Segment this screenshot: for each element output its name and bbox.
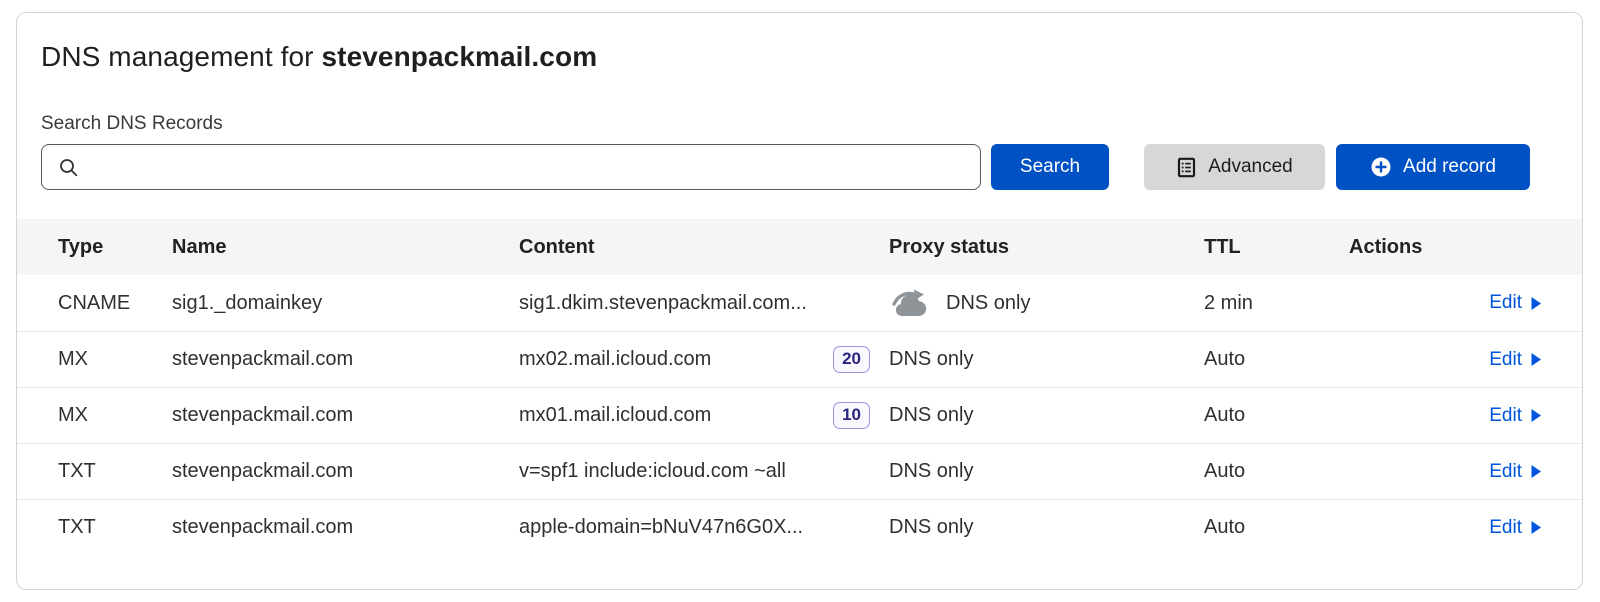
record-content: mx01.mail.icloud.com 10 (519, 402, 889, 428)
record-actions-cell: Edit (1349, 461, 1582, 483)
table-body: CNAME sig1._domainkey sig1.dkim.stevenpa… (17, 275, 1582, 555)
record-name: stevenpackmail.com (172, 460, 519, 483)
table-row: MX stevenpackmail.com mx02.mail.icloud.c… (17, 331, 1582, 387)
record-actions-cell: Edit (1349, 292, 1582, 314)
record-name: stevenpackmail.com (172, 404, 519, 427)
table-row: TXT stevenpackmail.com v=spf1 include:ic… (17, 443, 1582, 499)
record-ttl: Auto (1204, 404, 1349, 427)
column-header-actions: Actions (1349, 236, 1582, 259)
dns-records-table: Type Name Content Proxy status TTL Actio… (17, 219, 1582, 555)
mx-priority-badge: 10 (833, 402, 870, 428)
record-name: stevenpackmail.com (172, 348, 519, 371)
record-content-text: apple-domain=bNuV47n6G0X... (519, 516, 803, 539)
edit-record-link[interactable]: Edit (1489, 405, 1542, 427)
record-content-text: mx01.mail.icloud.com (519, 404, 711, 427)
record-type: TXT (17, 516, 172, 539)
dns-management-card: DNS management for stevenpackmail.com Se… (16, 12, 1583, 590)
list-document-icon (1176, 157, 1197, 178)
column-header-type: Type (17, 236, 172, 259)
record-content-text: v=spf1 include:icloud.com ~all (519, 460, 786, 483)
edit-record-link[interactable]: Edit (1489, 349, 1542, 371)
triangle-right-icon (1530, 296, 1542, 311)
edit-link-label: Edit (1489, 517, 1522, 539)
record-ttl: Auto (1204, 516, 1349, 539)
proxy-status-cell: DNS only (889, 460, 1204, 483)
record-type: TXT (17, 460, 172, 483)
advanced-button[interactable]: Advanced (1144, 144, 1325, 190)
edit-record-link[interactable]: Edit (1489, 292, 1542, 314)
search-dns-records-label: Search DNS Records (41, 113, 1558, 135)
search-button[interactable]: Search (991, 144, 1109, 190)
record-ttl: Auto (1204, 348, 1349, 371)
column-header-ttl: TTL (1204, 236, 1349, 259)
record-actions-cell: Edit (1349, 405, 1582, 427)
record-actions-cell: Edit (1349, 349, 1582, 371)
edit-link-label: Edit (1489, 461, 1522, 483)
proxy-status-label: DNS only (889, 460, 973, 483)
proxy-status-cell: DNS only (889, 516, 1204, 539)
record-content-text: sig1.dkim.stevenpackmail.com... (519, 292, 807, 315)
proxy-status-cell: DNS only (889, 288, 1204, 318)
record-content: mx02.mail.icloud.com 20 (519, 346, 889, 372)
triangle-right-icon (1530, 464, 1542, 479)
edit-link-label: Edit (1489, 292, 1522, 314)
edit-record-link[interactable]: Edit (1489, 517, 1542, 539)
record-actions-cell: Edit (1349, 517, 1582, 539)
record-ttl: Auto (1204, 460, 1349, 483)
record-content-text: mx02.mail.icloud.com (519, 348, 711, 371)
record-name: stevenpackmail.com (172, 516, 519, 539)
record-content: apple-domain=bNuV47n6G0X... (519, 516, 889, 539)
record-type: CNAME (17, 292, 172, 315)
table-row: CNAME sig1._domainkey sig1.dkim.stevenpa… (17, 275, 1582, 331)
record-content: v=spf1 include:icloud.com ~all (519, 460, 889, 483)
proxy-status-label: DNS only (946, 292, 1030, 315)
search-box[interactable] (41, 144, 981, 190)
add-record-button[interactable]: Add record (1336, 144, 1530, 190)
triangle-right-icon (1530, 408, 1542, 423)
mx-priority-badge: 20 (833, 346, 870, 372)
column-header-name: Name (172, 236, 519, 259)
advanced-button-label: Advanced (1208, 156, 1293, 178)
add-record-button-label: Add record (1403, 156, 1496, 178)
proxy-status-label: DNS only (889, 516, 973, 539)
proxy-status-cell: DNS only (889, 348, 1204, 371)
proxy-status-label: DNS only (889, 404, 973, 427)
column-header-proxy-status: Proxy status (889, 236, 1204, 259)
page-title-prefix: DNS management for (41, 41, 321, 72)
proxy-status-cell: DNS only (889, 404, 1204, 427)
record-ttl: 2 min (1204, 292, 1349, 315)
edit-link-label: Edit (1489, 405, 1522, 427)
search-input[interactable] (42, 145, 980, 189)
gray-cloud-arrow-icon (889, 288, 933, 318)
triangle-right-icon (1530, 520, 1542, 535)
page-title-domain: stevenpackmail.com (321, 41, 597, 72)
search-controls: Search Advanced (41, 144, 1530, 190)
table-header-row: Type Name Content Proxy status TTL Actio… (17, 219, 1582, 275)
record-name: sig1._domainkey (172, 292, 519, 315)
table-row: MX stevenpackmail.com mx01.mail.icloud.c… (17, 387, 1582, 443)
proxy-status-label: DNS only (889, 348, 973, 371)
record-content: sig1.dkim.stevenpackmail.com... (519, 292, 889, 315)
plus-circle-icon (1370, 156, 1392, 178)
edit-record-link[interactable]: Edit (1489, 461, 1542, 483)
record-type: MX (17, 348, 172, 371)
search-button-label: Search (1020, 156, 1080, 178)
column-header-content: Content (519, 236, 889, 259)
table-row: TXT stevenpackmail.com apple-domain=bNuV… (17, 499, 1582, 555)
edit-link-label: Edit (1489, 349, 1522, 371)
record-type: MX (17, 404, 172, 427)
page-title: DNS management for stevenpackmail.com (41, 41, 1558, 73)
triangle-right-icon (1530, 352, 1542, 367)
